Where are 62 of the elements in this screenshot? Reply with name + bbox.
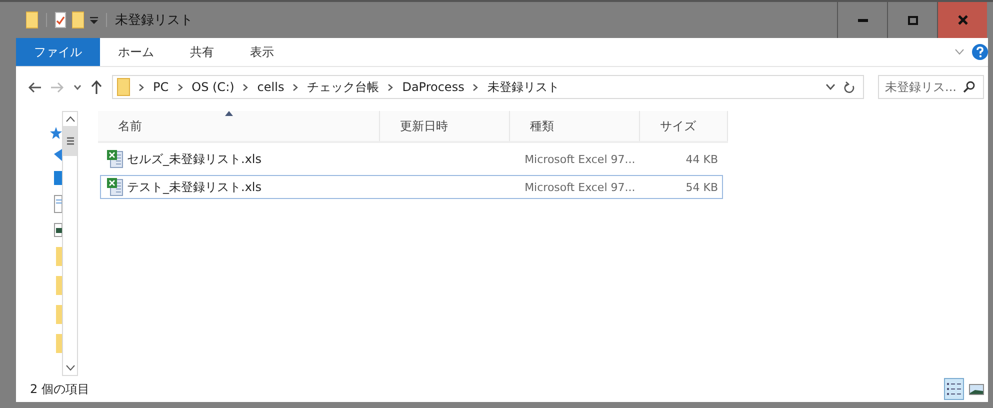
file-name: テスト_未登録リスト.xls bbox=[127, 178, 262, 196]
close-icon bbox=[958, 15, 968, 25]
spreadsheet-file-icon bbox=[107, 178, 123, 196]
chevron-right-icon[interactable] bbox=[388, 84, 394, 90]
chevron-down-icon[interactable] bbox=[66, 365, 74, 371]
up-arrow-icon[interactable] bbox=[91, 80, 102, 94]
chevron-right-icon[interactable] bbox=[293, 84, 298, 90]
folder-icon bbox=[56, 247, 62, 266]
refresh-icon[interactable] bbox=[844, 80, 855, 94]
folder-icon[interactable] bbox=[26, 11, 38, 29]
item-count: 2 個の項目 bbox=[30, 380, 90, 398]
chevron-right-icon[interactable] bbox=[243, 84, 248, 90]
document-icon bbox=[54, 195, 62, 213]
help-icon[interactable] bbox=[972, 44, 988, 60]
folder-icon bbox=[56, 276, 62, 295]
ribbon-tab[interactable]: ファイル bbox=[16, 38, 100, 66]
folder-icon bbox=[56, 305, 62, 324]
folder-icon bbox=[117, 78, 130, 96]
file-size: 54 KB bbox=[684, 180, 719, 194]
scrollbar-thumb[interactable] bbox=[63, 126, 77, 156]
address-bar[interactable]: PC OS (C:) cells チェック台帳 DaProcess 未登録リスト bbox=[112, 75, 864, 99]
chevron-up-icon[interactable] bbox=[66, 116, 74, 122]
minimize-icon bbox=[858, 18, 868, 22]
grip-icon bbox=[66, 137, 74, 145]
file-row[interactable]: セルズ_未登録リスト.xls Microsoft Excel 97... 44 KB bbox=[100, 147, 723, 171]
picture-icon bbox=[968, 384, 984, 394]
spreadsheet-file-icon bbox=[107, 150, 123, 168]
chevron-down-icon[interactable] bbox=[826, 84, 835, 90]
search-icon bbox=[963, 81, 975, 93]
chevron-right-icon[interactable] bbox=[473, 84, 478, 90]
search-field[interactable]: 未登録リス... bbox=[878, 75, 984, 99]
file-size: 44 KB bbox=[684, 152, 719, 166]
file-row[interactable]: テスト_未登録リスト.xls Microsoft Excel 97... 54 KB bbox=[100, 175, 723, 199]
file-name: セルズ_未登録リスト.xls bbox=[127, 150, 262, 168]
dropdown-icon[interactable] bbox=[90, 16, 98, 24]
folder-icon bbox=[56, 334, 62, 353]
close-button[interactable] bbox=[937, 2, 987, 38]
chevron-right-icon[interactable] bbox=[178, 84, 183, 90]
breadcrumb-item[interactable]: OS (C:) bbox=[192, 80, 234, 94]
chevron-down-icon[interactable] bbox=[74, 84, 81, 90]
column-header[interactable]: 更新日時 bbox=[380, 111, 510, 141]
new-folder-icon[interactable] bbox=[72, 11, 84, 29]
back-arrow-icon[interactable] bbox=[28, 82, 41, 92]
breadcrumb-item[interactable]: cells bbox=[257, 80, 284, 94]
picture-icon bbox=[54, 223, 62, 237]
details-view-button[interactable] bbox=[944, 378, 964, 400]
properties-icon[interactable] bbox=[55, 12, 66, 28]
file-type: Microsoft Excel 97... bbox=[524, 152, 636, 166]
column-header[interactable]: 種類 bbox=[510, 111, 640, 141]
window-title: 未登録リスト bbox=[115, 12, 193, 29]
breadcrumb-item[interactable]: DaProcess bbox=[402, 80, 464, 94]
column-header[interactable]: サイズ bbox=[640, 111, 728, 141]
breadcrumb-item[interactable]: チェック台帳 bbox=[307, 78, 380, 96]
chevron-right-icon[interactable] bbox=[139, 84, 144, 90]
maximize-icon bbox=[908, 16, 918, 24]
column-header[interactable]: 名前 bbox=[98, 111, 380, 141]
scrollbar[interactable] bbox=[62, 111, 78, 376]
details-list-icon bbox=[946, 382, 962, 396]
star-icon bbox=[50, 127, 62, 139]
breadcrumb-item[interactable]: PC bbox=[153, 80, 169, 94]
file-type: Microsoft Excel 97... bbox=[524, 180, 636, 194]
breadcrumb-item[interactable]: 未登録リスト bbox=[487, 78, 560, 96]
